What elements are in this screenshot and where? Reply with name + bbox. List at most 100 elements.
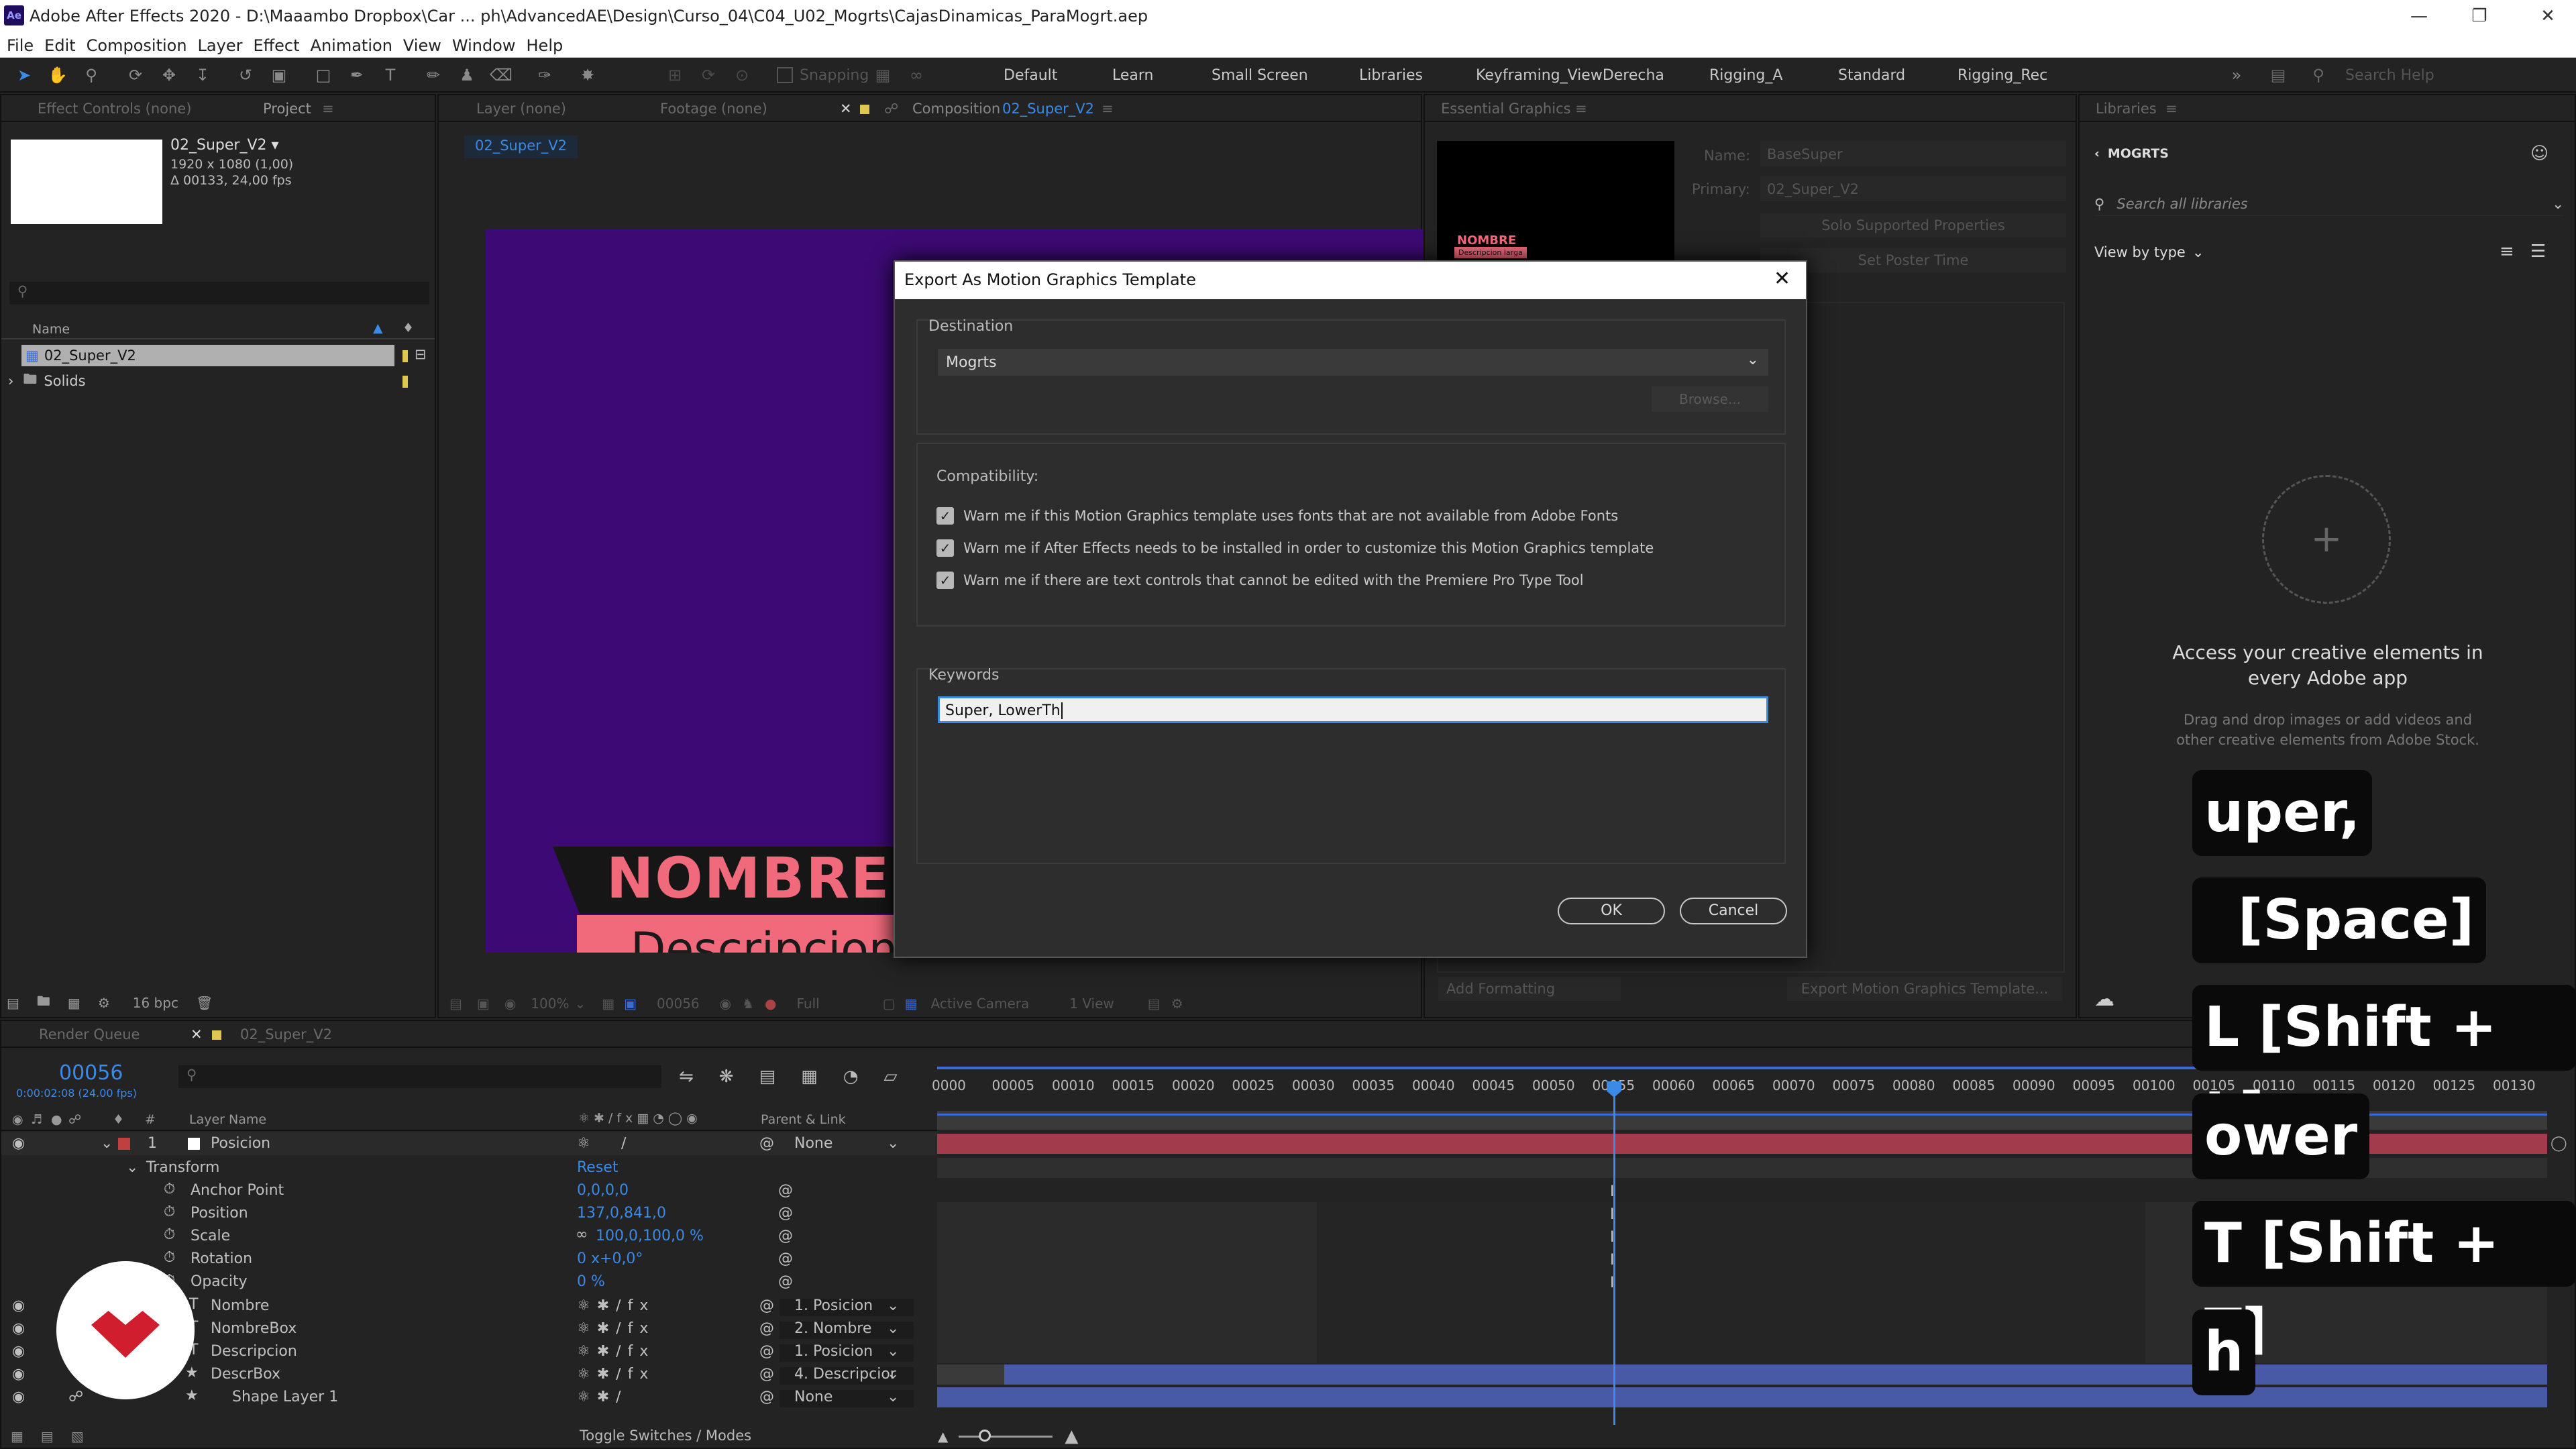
camera-dropdown[interactable]: Active Camera [931, 996, 1030, 1012]
layer-switches-icon[interactable]: ⚛✱∕ [577, 1389, 628, 1405]
visibility-eye-icon[interactable]: ◉ [12, 1297, 25, 1314]
move-tool-icon[interactable]: ✥ [158, 64, 180, 86]
shy-switch-icon[interactable]: ⚛ [577, 1135, 590, 1152]
parent-dropdown[interactable]: 4. Descripcior [794, 1366, 896, 1383]
orbit-tool-icon[interactable]: ⟳ [125, 64, 146, 86]
more-workspaces-icon[interactable]: » [2226, 64, 2247, 86]
transparency-grid-icon[interactable]: ▦ [905, 996, 918, 1012]
timeline-marker-icon[interactable]: ◯ [2551, 1135, 2567, 1152]
library-back-link[interactable]: ‹ MOGRTS [2094, 146, 2169, 161]
sort-icon[interactable]: ≡ [2500, 241, 2514, 262]
pick-whip-icon[interactable]: @ [759, 1366, 774, 1383]
quality-switch-icon[interactable]: ∕ [621, 1135, 626, 1152]
sort-up-icon[interactable]: ▲ [373, 321, 383, 335]
stopwatch-icon[interactable]: ⏱ [164, 1249, 175, 1266]
motion-blur-icon[interactable]: ◔ [843, 1067, 859, 1087]
property-track-area[interactable] [937, 1202, 1317, 1363]
layer-name[interactable]: Shape Layer 1 [232, 1389, 338, 1405]
tab-layer[interactable]: Layer (none) [476, 101, 566, 117]
visibility-eye-icon[interactable]: ◉ [12, 1389, 25, 1405]
new-folder-icon[interactable]: 🖿 [37, 991, 50, 1014]
stopwatch-icon[interactable]: ⏱ [164, 1203, 175, 1220]
comp-name[interactable]: 02_Super_V2 ▾ [170, 137, 279, 154]
project-settings-icon[interactable]: ⚙ [98, 995, 110, 1011]
expand-chevron-icon[interactable]: ⌄ [101, 1135, 113, 1152]
workspace-3[interactable]: Libraries [1359, 67, 1423, 84]
snapping-checkbox[interactable] [777, 67, 793, 83]
reset-link[interactable]: Reset [577, 1159, 618, 1176]
property-value[interactable]: 0,0,0,0 [577, 1182, 629, 1199]
camera-snapshot-icon[interactable]: ◉ [720, 996, 731, 1012]
checkbox-checked-icon[interactable]: ✓ [936, 539, 954, 557]
layer-name[interactable]: Nombre [211, 1297, 269, 1314]
panel-menu-icon[interactable]: ≡ [1102, 101, 1114, 117]
layer-name[interactable]: NombreBox [211, 1320, 297, 1337]
export-template-button[interactable]: Export Motion Graphics Template... [1787, 977, 2062, 1001]
pen-tool-icon[interactable]: ✒ [346, 64, 368, 86]
expression-pickwhip-icon[interactable]: @ [778, 1205, 793, 1222]
layer-name[interactable]: Posicion [211, 1135, 270, 1152]
view-by-dropdown[interactable]: View by type ⌄ [2094, 244, 2204, 260]
label-tag-icon[interactable]: ♦ [113, 1112, 124, 1127]
graph-editor-icon[interactable]: ▱ [883, 1067, 897, 1087]
checkbox-checked-icon[interactable]: ✓ [936, 572, 954, 589]
ok-button[interactable]: OK [1558, 898, 1665, 924]
tab-composition-prefix[interactable]: Composition [912, 101, 1000, 117]
menu-animation[interactable]: Animation [311, 36, 392, 55]
compat-check-1[interactable]: ✓ Warn me if After Effects needs to be in… [936, 539, 1654, 557]
layer-duration-bar[interactable] [937, 1387, 2547, 1407]
close-tab-icon[interactable]: ✕ [191, 1026, 203, 1042]
tab-essential-graphics[interactable]: Essential Graphics [1441, 101, 1571, 117]
grid-icon[interactable]: ▦ [602, 996, 614, 1012]
chevron-down-icon[interactable]: ⌄ [887, 1320, 899, 1337]
toggle-pixel-icon[interactable]: ▤ [1148, 996, 1161, 1012]
delete-icon[interactable]: 🗑 [196, 995, 213, 1011]
clone-stamp-tool-icon[interactable]: ♟ [456, 64, 478, 86]
chevron-down-icon[interactable]: ⌄ [887, 1389, 899, 1405]
menu-window[interactable]: Window [452, 36, 516, 55]
transform-group[interactable]: ⌄ Transform Reset [1, 1157, 937, 1179]
workspace-0[interactable]: Default [1004, 67, 1057, 84]
menu-edit[interactable]: Edit [44, 36, 75, 55]
expand-chevron-icon[interactable]: ⌄ [126, 1159, 138, 1176]
menu-view[interactable]: View [403, 36, 441, 55]
hand-tool-icon[interactable]: ✋ [47, 64, 68, 86]
list-view-icon[interactable]: ☰ [2530, 241, 2546, 262]
solo-supported-button[interactable]: Solo Supported Properties [1760, 213, 2066, 237]
menu-layer[interactable]: Layer [198, 36, 243, 55]
tab-timeline-comp[interactable]: 02_Super_V2 [240, 1026, 332, 1042]
label-tag-icon[interactable]: ♦ [402, 321, 414, 335]
expression-pickwhip-icon[interactable]: @ [778, 1250, 793, 1267]
audio-toggle-icon[interactable]: ♬ [31, 1112, 42, 1127]
toggle-switches-modes[interactable]: Toggle Switches / Modes [580, 1428, 751, 1444]
lock-icon[interactable]: ☍ [68, 1389, 83, 1405]
roto-brush-tool-icon[interactable]: ✑ [534, 64, 555, 86]
bit-depth-label[interactable]: 16 bpc [133, 995, 178, 1011]
property-value[interactable]: 0 x+0,0° [577, 1250, 643, 1267]
rotate-tool-icon[interactable]: ↺ [235, 64, 256, 86]
parent-dropdown[interactable]: 1. Posicion [794, 1343, 873, 1360]
new-comp-icon[interactable]: ▦ [68, 995, 80, 1011]
search-help-input[interactable]: Search Help [2345, 67, 2434, 84]
region-of-interest-icon[interactable]: ▢ [883, 996, 896, 1012]
expression-pickwhip-icon[interactable]: @ [778, 1273, 793, 1290]
chevron-down-icon[interactable]: ⌄ [887, 1343, 899, 1360]
tab-render-queue[interactable]: Render Queue [39, 1026, 140, 1042]
template-name-input[interactable]: BaseSuper [1760, 141, 2066, 166]
color-channel-icon[interactable]: ● [765, 996, 776, 1012]
visibility-eye-icon[interactable]: ◉ [12, 1135, 25, 1152]
timeline-search-input[interactable]: ⚲ [178, 1065, 661, 1088]
project-search-input[interactable]: ⚲ [9, 282, 429, 305]
axis-local-icon[interactable]: ⊞ [664, 64, 686, 86]
solo-icon[interactable]: ● [51, 1112, 62, 1127]
search-icon[interactable]: ⚲ [2308, 64, 2329, 86]
close-icon[interactable]: ✕ [2534, 3, 2561, 30]
monitor-icon[interactable]: ▣ [477, 996, 490, 1012]
comp-breadcrumb[interactable]: 02_Super_V2 [464, 136, 578, 158]
checkbox-checked-icon[interactable]: ✓ [936, 507, 954, 525]
compat-check-0[interactable]: ✓ Warn me if this Motion Graphics templat… [936, 507, 1618, 525]
parent-dropdown[interactable]: None [794, 1135, 833, 1152]
layer-name[interactable]: DescrBox [211, 1366, 280, 1383]
always-preview-icon[interactable]: ▤ [449, 996, 462, 1012]
menu-help[interactable]: Help [527, 36, 564, 55]
